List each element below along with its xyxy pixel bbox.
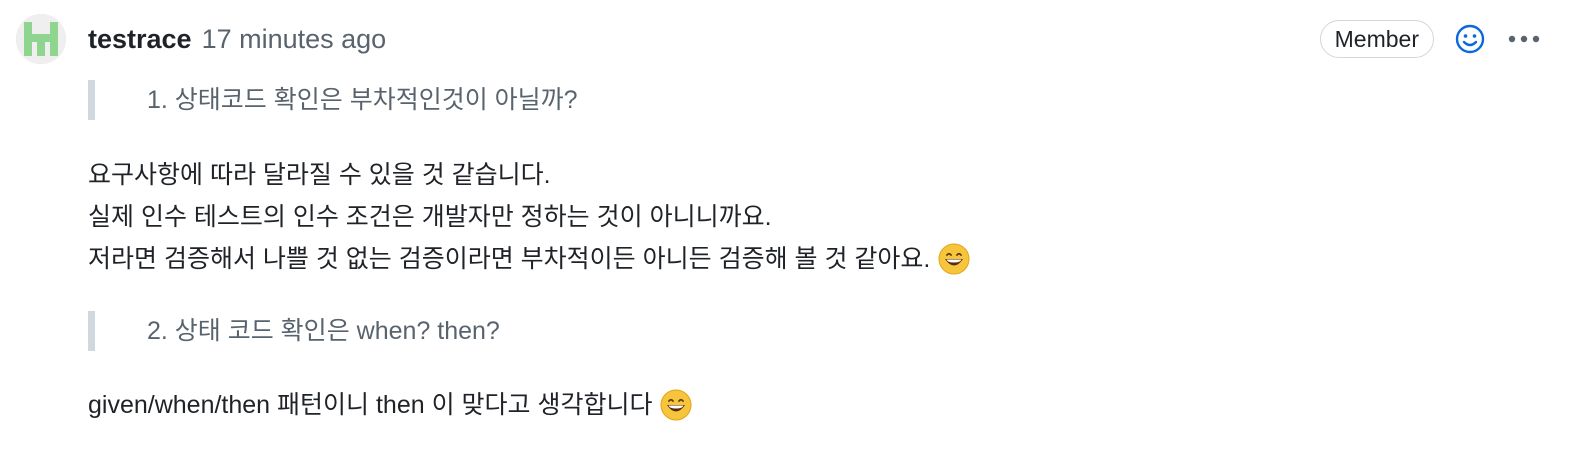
paragraph-line: 요구사항에 따라 달라질 수 있을 것 같습니다. (88, 161, 551, 189)
smiley-icon (1455, 24, 1485, 54)
more-options-button[interactable] (1506, 21, 1542, 57)
paragraph-line-with-emoji: 저라면 검증해서 나쁠 것 없는 검증이라면 부차적이든 아니든 검증해 볼 것… (88, 238, 970, 288)
comment-paragraph-2: given/when/then 패턴이니 then 이 맞다고 생각합니다 (88, 384, 692, 434)
paragraph-line: 저라면 검증해서 나쁠 것 없는 검증이라면 부차적이든 아니든 검증해 볼 것… (88, 245, 931, 273)
timestamp-link[interactable]: 17 minutes ago (202, 24, 387, 55)
quote-text: 2. 상태 코드 확인은 when? then? (147, 317, 500, 345)
comment-header: testrace 17 minutes ago (88, 22, 386, 56)
author-link[interactable]: testrace (88, 24, 192, 55)
paragraph-line: 실제 인수 테스트의 인수 조건은 개발자만 정하는 것이 아니니까요. (88, 203, 772, 231)
identicon-avatar (16, 14, 66, 64)
quote-text: 1. 상태코드 확인은 부차적인것이 아닐까? (147, 86, 578, 114)
grinning-face-emoji (938, 243, 970, 288)
comment-actions: Member (1319, 20, 1542, 58)
role-badge: Member (1319, 20, 1434, 58)
kebab-horizontal-icon (1508, 35, 1540, 43)
add-reaction-button[interactable] (1452, 21, 1488, 57)
paragraph-line: given/when/then 패턴이니 then 이 맞다고 생각합니다 (88, 391, 653, 419)
blockquote-2: 2. 상태 코드 확인은 when? then? (88, 311, 500, 351)
avatar[interactable] (16, 14, 66, 64)
blockquote-1: 1. 상태코드 확인은 부차적인것이 아닐까? (88, 80, 578, 120)
paragraph-line-with-emoji: given/when/then 패턴이니 then 이 맞다고 생각합니다 (88, 384, 692, 434)
grinning-face-emoji (660, 389, 692, 434)
comment-paragraph-1: 요구사항에 따라 달라질 수 있을 것 같습니다. 실제 인수 테스트의 인수 … (88, 154, 970, 288)
